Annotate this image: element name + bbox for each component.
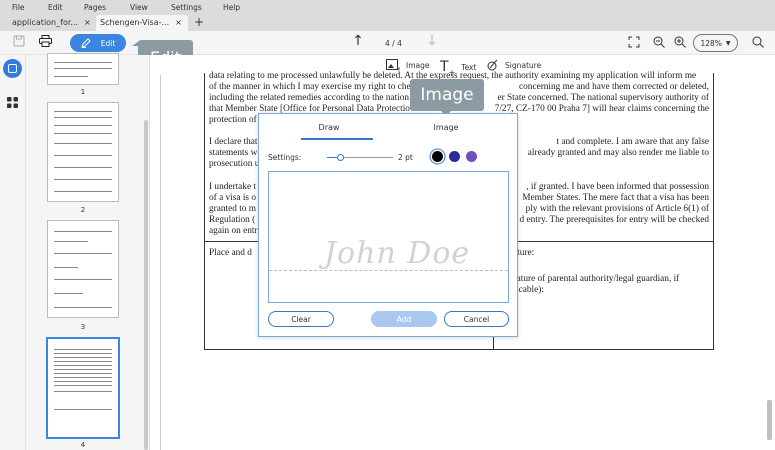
document-text-line: again on entr <box>209 226 258 236</box>
cancel-button[interactable]: Cancel <box>444 311 509 327</box>
place-date-label: Place and d <box>209 248 252 258</box>
tab-label: Schengen-Visa-... <box>100 18 170 27</box>
document-text-line: 7/27, CZ-170 00 Praha 7] will hear claim… <box>494 104 709 114</box>
thumbnail-label: 1 <box>80 88 86 96</box>
toolbar: Edit Edit ↑ 4 / 4 ↓ 128%▼ <box>0 31 775 75</box>
menu-view[interactable]: View <box>130 3 148 12</box>
document-text-line: statements w <box>209 148 258 158</box>
thumbnail-page-4-selected[interactable] <box>46 337 120 439</box>
document-text-line: granted to m <box>209 204 256 214</box>
document-text-line: including the related remedies according… <box>209 93 410 103</box>
menu-file[interactable]: File <box>12 3 25 12</box>
signature-drawing-canvas[interactable]: John Doe <box>268 171 509 303</box>
signature-label: Signature <box>505 61 542 70</box>
image-label: Image <box>406 60 430 70</box>
document-scrollbar[interactable] <box>767 400 772 440</box>
close-icon[interactable]: × <box>84 18 91 27</box>
add-image-button[interactable]: + Image <box>386 59 430 71</box>
close-icon[interactable]: × <box>175 18 182 27</box>
stroke-width-slider[interactable] <box>327 154 393 161</box>
thumbnail-page-1[interactable] <box>47 53 119 85</box>
page-indicator: 4 / 4 <box>385 39 402 48</box>
new-tab-button[interactable]: + <box>190 15 208 31</box>
document-text-line: I undertake t <box>209 182 256 192</box>
document-text-line: Regulation ( <box>209 215 256 225</box>
document-text-line: , if granted. I have been informed that … <box>526 182 709 192</box>
slider-handle[interactable] <box>337 154 345 161</box>
print-icon[interactable] <box>37 35 53 50</box>
guardian-label-2: icable): <box>516 285 544 295</box>
document-text-line: prosecution u <box>209 159 260 169</box>
image-icon: + <box>386 59 400 71</box>
signature-dialog: Draw Image Settings: 2 pt John Doe Clear… <box>258 113 518 337</box>
tab-bar: application_for... × Schengen-Visa-... × + <box>0 14 775 31</box>
color-swatch-black[interactable] <box>432 151 443 162</box>
settings-label: Settings: <box>268 153 302 162</box>
document-text-line: I declare that <box>209 137 258 147</box>
document-text-line: Member States. The mere fact that a visa… <box>522 193 709 203</box>
color-swatch-purple[interactable] <box>466 151 477 162</box>
menu-edit[interactable]: Edit <box>48 3 63 12</box>
menu-bar: File Edit Pages View Settings Help <box>0 0 775 14</box>
edit-button[interactable]: Edit <box>70 34 126 52</box>
fit-screen-icon[interactable] <box>626 36 642 51</box>
thumbnails-panel-icon[interactable] <box>3 59 22 78</box>
search-icon[interactable] <box>750 36 766 51</box>
chevron-down-icon: ▼ <box>725 39 731 47</box>
thumbnail-label: 4 <box>80 441 86 449</box>
document-text-line: d entry. The prerequisites for entry wil… <box>519 215 709 225</box>
save-icon[interactable] <box>11 35 27 50</box>
next-page-icon[interactable]: ↓ <box>424 33 440 49</box>
document-text-line: ply with the relevant provisions of Arti… <box>525 204 709 214</box>
menu-settings[interactable]: Settings <box>171 3 202 12</box>
left-rail <box>0 55 26 450</box>
thumbnail-page-3[interactable] <box>47 220 119 318</box>
tab-label: application_for... <box>12 18 79 27</box>
thumbnail-panel: 1 2 3 4 <box>26 53 150 450</box>
document-text-line: er State concerned. The national supervi… <box>497 93 709 103</box>
menu-pages[interactable]: Pages <box>84 3 106 12</box>
zoom-level-value: 128% <box>700 38 722 48</box>
document-text-line: protection of <box>209 115 257 125</box>
zoom-level-select[interactable]: 128% ▼ <box>693 34 738 52</box>
zoom-out-icon[interactable] <box>651 36 667 51</box>
thumbnail-label: 3 <box>80 323 86 331</box>
previous-page-icon[interactable]: ↑ <box>350 33 366 49</box>
menu-help[interactable]: Help <box>223 3 240 12</box>
thumbnail-label: 2 <box>80 206 86 214</box>
color-swatch-navy[interactable] <box>449 151 460 162</box>
document-text-line: of a visa is o <box>209 193 256 203</box>
document-text-line: already granted and may also render me l… <box>527 148 709 158</box>
document-text-line: t and complete. I am aware that any fals… <box>556 137 709 147</box>
document-text-line: concerning me and have them corrected or… <box>519 82 709 92</box>
edit-label: Edit <box>100 38 116 48</box>
clear-button[interactable]: Clear <box>268 311 334 327</box>
zoom-in-icon[interactable] <box>672 36 688 51</box>
page-edge <box>160 75 161 450</box>
document-text-line: of the manner in which I may exercise my… <box>209 82 411 92</box>
stroke-width-value: 2 pt <box>398 153 413 162</box>
tab-schengen-visa[interactable]: Schengen-Visa-... × <box>96 15 188 31</box>
image-tooltip: Image <box>410 79 484 111</box>
pencil-icon <box>80 38 91 48</box>
tooltip-arrow <box>132 41 139 46</box>
tab-image[interactable]: Image <box>426 123 466 132</box>
add-button[interactable]: Add <box>371 311 437 327</box>
thumbnail-page-2[interactable] <box>47 102 119 202</box>
thumbnail-scrollbar[interactable] <box>144 120 148 450</box>
tab-application[interactable]: application_for... × <box>8 15 95 31</box>
grid-view-icon[interactable] <box>7 93 18 112</box>
signature-placeholder: John Doe <box>324 236 471 271</box>
active-tab-underline <box>301 138 373 140</box>
tab-draw[interactable]: Draw <box>311 123 347 132</box>
guardian-label-1: nature of parental authority/legal guard… <box>512 274 680 284</box>
